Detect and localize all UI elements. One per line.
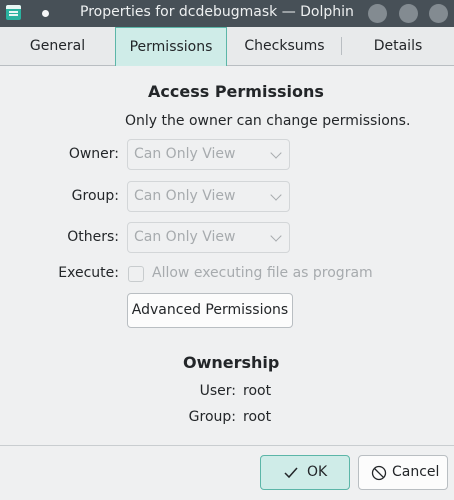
maximize-button[interactable] (399, 4, 418, 23)
tab-details[interactable]: Details (342, 27, 454, 65)
footer-divider (0, 445, 454, 446)
minimize-button[interactable] (368, 4, 387, 23)
owner-combo-value: Can Only View (134, 146, 236, 162)
owner-label: Owner: (68, 146, 119, 162)
chevron-down-icon (270, 189, 282, 201)
ownership-heading: Ownership (183, 353, 280, 372)
execute-checkbox-label[interactable]: Allow executing file as program (152, 265, 373, 281)
advanced-permissions-button[interactable]: Advanced Permissions (127, 293, 293, 328)
ownership-group-value: root (243, 409, 272, 425)
access-permissions-heading: Access Permissions (148, 82, 324, 101)
dolphin-icon (6, 5, 21, 20)
checkmark-icon (284, 467, 298, 479)
chevron-down-icon (270, 147, 282, 159)
close-button[interactable] (429, 4, 448, 23)
others-combo-value: Can Only View (134, 229, 236, 245)
ok-button-label: OK (307, 464, 328, 480)
window-titlebar[interactable]: Properties for dcdebugmask — Dolphin (0, 0, 454, 27)
ok-button[interactable]: OK (260, 455, 350, 490)
group-combo[interactable]: Can Only View (127, 181, 290, 212)
tab-checksums[interactable]: Checksums (228, 27, 341, 65)
chevron-down-icon (270, 230, 282, 242)
others-combo[interactable]: Can Only View (127, 222, 290, 253)
ownership-group-label: Group: (188, 409, 236, 425)
permissions-note: Only the owner can change permissions. (125, 113, 411, 129)
cancel-button[interactable]: Cancel (358, 455, 448, 490)
tab-permissions[interactable]: Permissions (115, 27, 227, 66)
tab-general[interactable]: General (0, 27, 115, 65)
ownership-user-label: User: (199, 383, 236, 399)
window-title: Properties for dcdebugmask — Dolphin (80, 4, 354, 20)
cancel-icon (371, 465, 387, 481)
execute-label: Execute: (58, 265, 119, 281)
group-label: Group: (71, 188, 119, 204)
group-combo-value: Can Only View (134, 188, 236, 204)
ownership-user-value: root (243, 383, 272, 399)
owner-combo[interactable]: Can Only View (127, 139, 290, 170)
execute-checkbox[interactable] (128, 266, 144, 282)
cancel-button-label: Cancel (392, 464, 440, 480)
keep-above-dot-icon[interactable] (42, 10, 49, 17)
others-label: Others: (67, 229, 119, 245)
tab-bar: General Permissions Checksums Details (0, 27, 454, 66)
